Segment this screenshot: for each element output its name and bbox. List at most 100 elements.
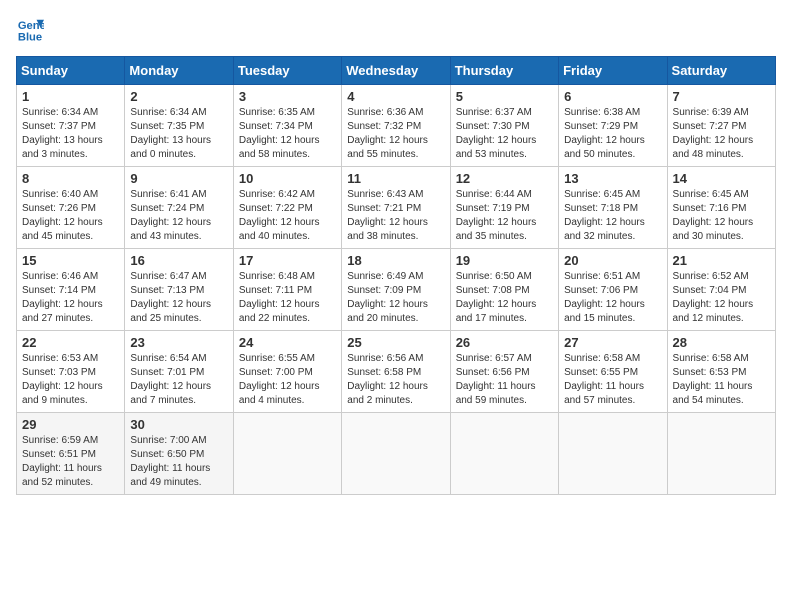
day-number: 3 — [239, 89, 336, 104]
day-number: 26 — [456, 335, 553, 350]
svg-text:Blue: Blue — [18, 31, 42, 43]
cell-content: Sunrise: 6:40 AM Sunset: 7:26 PM Dayligh… — [22, 188, 119, 244]
day-header-friday: Friday — [559, 57, 667, 85]
calendar-cell: 2 Sunrise: 6:34 AM Sunset: 7:35 PM Dayli… — [125, 85, 233, 167]
week-row-3: 15 Sunrise: 6:46 AM Sunset: 7:14 PM Dayl… — [17, 249, 776, 331]
calendar-cell: 19 Sunrise: 6:50 AM Sunset: 7:08 PM Dayl… — [450, 249, 558, 331]
day-number: 27 — [564, 335, 661, 350]
cell-content: Sunrise: 6:45 AM Sunset: 7:16 PM Dayligh… — [673, 188, 770, 244]
day-number: 8 — [22, 171, 119, 186]
calendar-cell: 15 Sunrise: 6:46 AM Sunset: 7:14 PM Dayl… — [17, 249, 125, 331]
calendar-header: SundayMondayTuesdayWednesdayThursdayFrid… — [17, 57, 776, 85]
day-header-monday: Monday — [125, 57, 233, 85]
day-number: 9 — [130, 171, 227, 186]
day-number: 7 — [673, 89, 770, 104]
week-row-4: 22 Sunrise: 6:53 AM Sunset: 7:03 PM Dayl… — [17, 331, 776, 413]
calendar-cell — [559, 413, 667, 495]
cell-content: Sunrise: 6:34 AM Sunset: 7:37 PM Dayligh… — [22, 106, 119, 162]
cell-content: Sunrise: 6:53 AM Sunset: 7:03 PM Dayligh… — [22, 352, 119, 408]
cell-content: Sunrise: 7:00 AM Sunset: 6:50 PM Dayligh… — [130, 434, 227, 490]
day-number: 21 — [673, 253, 770, 268]
calendar-cell: 26 Sunrise: 6:57 AM Sunset: 6:56 PM Dayl… — [450, 331, 558, 413]
calendar-cell: 20 Sunrise: 6:51 AM Sunset: 7:06 PM Dayl… — [559, 249, 667, 331]
day-header-thursday: Thursday — [450, 57, 558, 85]
calendar-cell: 28 Sunrise: 6:58 AM Sunset: 6:53 PM Dayl… — [667, 331, 775, 413]
week-row-2: 8 Sunrise: 6:40 AM Sunset: 7:26 PM Dayli… — [17, 167, 776, 249]
cell-content: Sunrise: 6:34 AM Sunset: 7:35 PM Dayligh… — [130, 106, 227, 162]
day-number: 17 — [239, 253, 336, 268]
calendar-cell: 21 Sunrise: 6:52 AM Sunset: 7:04 PM Dayl… — [667, 249, 775, 331]
day-number: 12 — [456, 171, 553, 186]
cell-content: Sunrise: 6:37 AM Sunset: 7:30 PM Dayligh… — [456, 106, 553, 162]
day-header-saturday: Saturday — [667, 57, 775, 85]
day-number: 5 — [456, 89, 553, 104]
day-number: 2 — [130, 89, 227, 104]
cell-content: Sunrise: 6:55 AM Sunset: 7:00 PM Dayligh… — [239, 352, 336, 408]
cell-content: Sunrise: 6:49 AM Sunset: 7:09 PM Dayligh… — [347, 270, 444, 326]
day-number: 18 — [347, 253, 444, 268]
calendar-cell: 13 Sunrise: 6:45 AM Sunset: 7:18 PM Dayl… — [559, 167, 667, 249]
cell-content: Sunrise: 6:59 AM Sunset: 6:51 PM Dayligh… — [22, 434, 119, 490]
cell-content: Sunrise: 6:58 AM Sunset: 6:53 PM Dayligh… — [673, 352, 770, 408]
day-number: 28 — [673, 335, 770, 350]
day-number: 23 — [130, 335, 227, 350]
cell-content: Sunrise: 6:46 AM Sunset: 7:14 PM Dayligh… — [22, 270, 119, 326]
calendar-cell: 27 Sunrise: 6:58 AM Sunset: 6:55 PM Dayl… — [559, 331, 667, 413]
day-number: 14 — [673, 171, 770, 186]
calendar-cell: 7 Sunrise: 6:39 AM Sunset: 7:27 PM Dayli… — [667, 85, 775, 167]
calendar-cell: 24 Sunrise: 6:55 AM Sunset: 7:00 PM Dayl… — [233, 331, 341, 413]
week-row-5: 29 Sunrise: 6:59 AM Sunset: 6:51 PM Dayl… — [17, 413, 776, 495]
cell-content: Sunrise: 6:50 AM Sunset: 7:08 PM Dayligh… — [456, 270, 553, 326]
cell-content: Sunrise: 6:44 AM Sunset: 7:19 PM Dayligh… — [456, 188, 553, 244]
cell-content: Sunrise: 6:39 AM Sunset: 7:27 PM Dayligh… — [673, 106, 770, 162]
logo-icon: General Blue — [16, 16, 44, 44]
calendar-cell: 8 Sunrise: 6:40 AM Sunset: 7:26 PM Dayli… — [17, 167, 125, 249]
cell-content: Sunrise: 6:45 AM Sunset: 7:18 PM Dayligh… — [564, 188, 661, 244]
calendar-cell: 3 Sunrise: 6:35 AM Sunset: 7:34 PM Dayli… — [233, 85, 341, 167]
day-number: 1 — [22, 89, 119, 104]
day-number: 25 — [347, 335, 444, 350]
cell-content: Sunrise: 6:47 AM Sunset: 7:13 PM Dayligh… — [130, 270, 227, 326]
cell-content: Sunrise: 6:51 AM Sunset: 7:06 PM Dayligh… — [564, 270, 661, 326]
calendar-cell — [233, 413, 341, 495]
calendar-cell: 11 Sunrise: 6:43 AM Sunset: 7:21 PM Dayl… — [342, 167, 450, 249]
calendar-cell: 10 Sunrise: 6:42 AM Sunset: 7:22 PM Dayl… — [233, 167, 341, 249]
cell-content: Sunrise: 6:38 AM Sunset: 7:29 PM Dayligh… — [564, 106, 661, 162]
calendar-cell — [450, 413, 558, 495]
cell-content: Sunrise: 6:58 AM Sunset: 6:55 PM Dayligh… — [564, 352, 661, 408]
calendar-table: SundayMondayTuesdayWednesdayThursdayFrid… — [16, 56, 776, 495]
day-number: 4 — [347, 89, 444, 104]
calendar-cell: 23 Sunrise: 6:54 AM Sunset: 7:01 PM Dayl… — [125, 331, 233, 413]
day-number: 10 — [239, 171, 336, 186]
day-number: 24 — [239, 335, 336, 350]
day-header-tuesday: Tuesday — [233, 57, 341, 85]
calendar-cell: 4 Sunrise: 6:36 AM Sunset: 7:32 PM Dayli… — [342, 85, 450, 167]
cell-content: Sunrise: 6:56 AM Sunset: 6:58 PM Dayligh… — [347, 352, 444, 408]
day-number: 6 — [564, 89, 661, 104]
day-number: 11 — [347, 171, 444, 186]
cell-content: Sunrise: 6:36 AM Sunset: 7:32 PM Dayligh… — [347, 106, 444, 162]
cell-content: Sunrise: 6:42 AM Sunset: 7:22 PM Dayligh… — [239, 188, 336, 244]
calendar-cell: 6 Sunrise: 6:38 AM Sunset: 7:29 PM Dayli… — [559, 85, 667, 167]
cell-content: Sunrise: 6:48 AM Sunset: 7:11 PM Dayligh… — [239, 270, 336, 326]
cell-content: Sunrise: 6:43 AM Sunset: 7:21 PM Dayligh… — [347, 188, 444, 244]
day-number: 15 — [22, 253, 119, 268]
day-number: 13 — [564, 171, 661, 186]
calendar-cell: 5 Sunrise: 6:37 AM Sunset: 7:30 PM Dayli… — [450, 85, 558, 167]
calendar-cell — [667, 413, 775, 495]
cell-content: Sunrise: 6:35 AM Sunset: 7:34 PM Dayligh… — [239, 106, 336, 162]
calendar-cell: 9 Sunrise: 6:41 AM Sunset: 7:24 PM Dayli… — [125, 167, 233, 249]
calendar-cell: 14 Sunrise: 6:45 AM Sunset: 7:16 PM Dayl… — [667, 167, 775, 249]
calendar-cell: 25 Sunrise: 6:56 AM Sunset: 6:58 PM Dayl… — [342, 331, 450, 413]
calendar-cell — [342, 413, 450, 495]
day-number: 22 — [22, 335, 119, 350]
cell-content: Sunrise: 6:41 AM Sunset: 7:24 PM Dayligh… — [130, 188, 227, 244]
day-number: 30 — [130, 417, 227, 432]
day-number: 19 — [456, 253, 553, 268]
calendar-cell: 30 Sunrise: 7:00 AM Sunset: 6:50 PM Dayl… — [125, 413, 233, 495]
page-header: General Blue — [16, 16, 776, 44]
cell-content: Sunrise: 6:52 AM Sunset: 7:04 PM Dayligh… — [673, 270, 770, 326]
calendar-cell: 12 Sunrise: 6:44 AM Sunset: 7:19 PM Dayl… — [450, 167, 558, 249]
day-number: 20 — [564, 253, 661, 268]
calendar-cell: 1 Sunrise: 6:34 AM Sunset: 7:37 PM Dayli… — [17, 85, 125, 167]
